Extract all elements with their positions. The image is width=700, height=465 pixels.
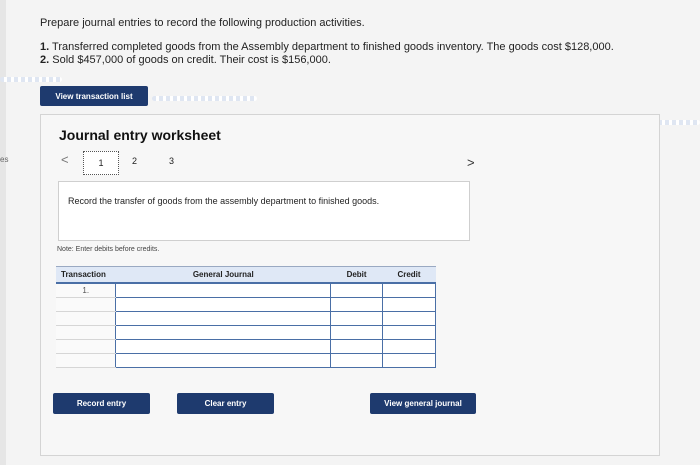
decorative-stripe [152, 96, 257, 101]
account-input[interactable] [115, 339, 332, 354]
debit-input[interactable] [330, 339, 384, 354]
table-header-row: Transaction General Journal Debit Credit [56, 266, 436, 284]
entry-note: Note: Enter debits before credits. [57, 246, 160, 253]
account-input[interactable] [115, 353, 332, 368]
debit-input[interactable] [330, 353, 384, 368]
table-row [56, 297, 436, 312]
left-edge-strip [0, 0, 6, 465]
header-credit: Credit [382, 266, 436, 284]
header-transaction: Transaction [56, 266, 116, 284]
account-input[interactable] [115, 325, 332, 340]
transaction-cell [56, 339, 116, 354]
debit-input[interactable] [330, 311, 384, 326]
instruction-text: Record the transfer of goods from the as… [68, 196, 380, 206]
instruction-box: Record the transfer of goods from the as… [58, 181, 470, 241]
item-text: Sold $457,000 of goods on credit. Their … [52, 54, 331, 66]
decorative-stripe [0, 77, 62, 82]
next-arrow-icon[interactable]: > [467, 155, 475, 170]
credit-input[interactable] [382, 353, 436, 368]
step-tab-2[interactable]: 2 [132, 156, 137, 166]
transaction-cell [56, 353, 116, 368]
credit-input[interactable] [382, 311, 436, 326]
transaction-cell [56, 311, 116, 326]
step-tab-1[interactable]: 1 [83, 151, 119, 175]
table-row [56, 353, 436, 368]
table-row: 1. [56, 282, 436, 298]
activity-item-1: 1. Transferred completed goods from the … [40, 41, 614, 53]
prompt-text: Prepare journal entries to record the fo… [40, 17, 365, 29]
worksheet-title: Journal entry worksheet [59, 127, 221, 143]
step-tab-3[interactable]: 3 [169, 156, 174, 166]
item-number: 2. [40, 54, 50, 66]
view-general-journal-button[interactable]: View general journal [370, 393, 476, 414]
credit-input[interactable] [382, 297, 436, 312]
credit-input[interactable] [382, 282, 436, 298]
journal-worksheet-panel: Journal entry worksheet < 1 2 3 > Record… [40, 114, 660, 456]
table-row [56, 339, 436, 354]
transaction-number: 1. [56, 283, 116, 298]
account-input[interactable] [115, 311, 332, 326]
credit-input[interactable] [382, 325, 436, 340]
record-entry-button[interactable]: Record entry [53, 393, 150, 414]
account-input[interactable] [115, 297, 332, 312]
item-text: Transferred completed goods from the Ass… [52, 41, 614, 53]
credit-input[interactable] [382, 339, 436, 354]
debit-input[interactable] [330, 325, 384, 340]
item-number: 1. [40, 41, 50, 53]
table-row [56, 311, 436, 326]
transaction-cell [56, 325, 116, 340]
debit-input[interactable] [330, 297, 384, 312]
prev-arrow-icon[interactable]: < [61, 152, 69, 167]
header-general-journal: General Journal [115, 266, 331, 284]
debit-input[interactable] [330, 282, 384, 298]
activity-item-2: 2. Sold $457,000 of goods on credit. The… [40, 54, 331, 66]
account-input[interactable] [115, 282, 332, 298]
journal-table: Transaction General Journal Debit Credit… [56, 266, 436, 368]
side-tab-label: es [0, 155, 9, 164]
view-transaction-list-button[interactable]: View transaction list [40, 86, 148, 106]
clear-entry-button[interactable]: Clear entry [177, 393, 274, 414]
transaction-cell [56, 297, 116, 312]
header-debit: Debit [330, 266, 383, 284]
table-row [56, 325, 436, 340]
